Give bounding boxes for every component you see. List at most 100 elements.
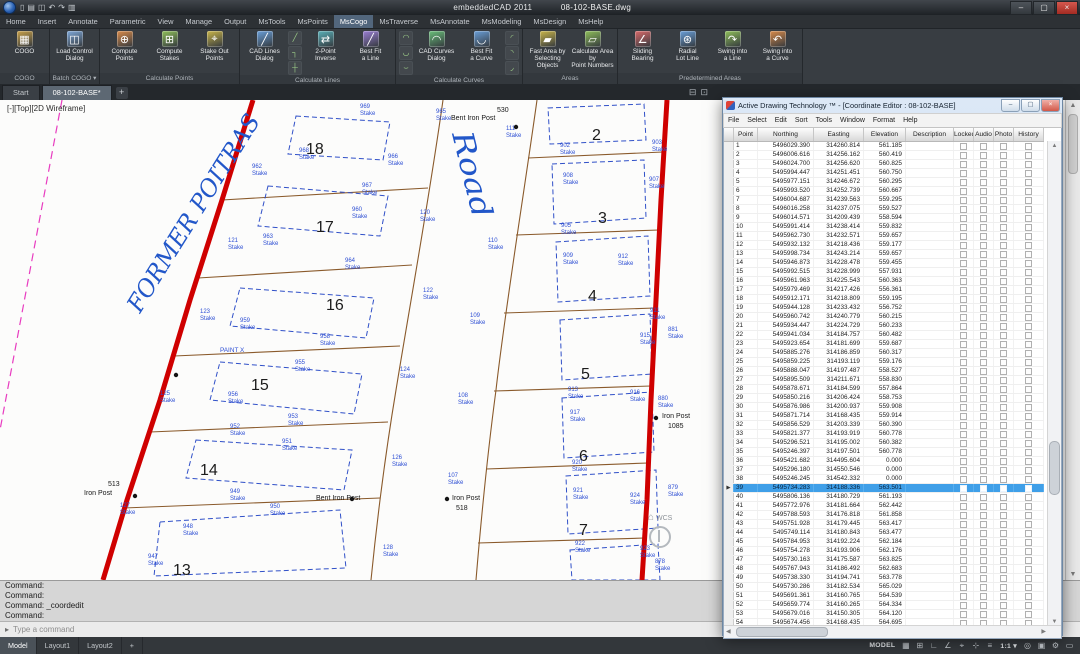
- cell-easting[interactable]: 314246.672: [814, 178, 864, 186]
- audio-checkbox[interactable]: [980, 575, 987, 582]
- cell-description[interactable]: [906, 493, 954, 501]
- row-selector-cell[interactable]: [724, 367, 734, 375]
- table-row[interactable]: 485495767.943314186.492562.683: [724, 565, 1044, 574]
- cell-history[interactable]: [1014, 286, 1044, 294]
- cell-history[interactable]: [1014, 601, 1044, 609]
- cell-photo[interactable]: [994, 538, 1014, 546]
- photo-checkbox[interactable]: [1000, 188, 1007, 195]
- audio-checkbox[interactable]: [980, 206, 987, 213]
- table-row[interactable]: 175495979.469314217.426556.361: [724, 286, 1044, 295]
- cell-description[interactable]: [906, 574, 954, 582]
- cell-point[interactable]: 10: [734, 223, 758, 231]
- audio-checkbox[interactable]: [980, 305, 987, 312]
- photo-checkbox[interactable]: [1000, 557, 1007, 564]
- history-checkbox[interactable]: [1025, 575, 1032, 582]
- locked-checkbox[interactable]: [960, 386, 967, 393]
- menu-help[interactable]: Help: [899, 117, 921, 124]
- table-row[interactable]: 365495421.682314495.6040.000: [724, 457, 1044, 466]
- cell-history[interactable]: [1014, 403, 1044, 411]
- cell-history[interactable]: [1014, 583, 1044, 591]
- cell-northing[interactable]: 5495806.136: [758, 493, 814, 501]
- locked-checkbox[interactable]: [960, 539, 967, 546]
- locked-checkbox[interactable]: [960, 269, 967, 276]
- cell-locked[interactable]: [954, 295, 974, 303]
- cell-locked[interactable]: [954, 313, 974, 321]
- cell-history[interactable]: [1014, 511, 1044, 519]
- cell-elevation[interactable]: 558.594: [864, 214, 906, 222]
- history-checkbox[interactable]: [1025, 143, 1032, 150]
- audio-checkbox[interactable]: [980, 449, 987, 456]
- cell-history[interactable]: [1014, 484, 1044, 492]
- photo-checkbox[interactable]: [1000, 296, 1007, 303]
- cell-easting[interactable]: 314228.478: [814, 259, 864, 267]
- photo-checkbox[interactable]: [1000, 395, 1007, 402]
- cell-description[interactable]: [906, 556, 954, 564]
- audio-checkbox[interactable]: [980, 314, 987, 321]
- table-row[interactable]: 355495246.397314197.501560.778: [724, 448, 1044, 457]
- cell-point[interactable]: 24: [734, 349, 758, 357]
- cell-easting[interactable]: 314218.809: [814, 295, 864, 303]
- history-checkbox[interactable]: [1025, 494, 1032, 501]
- row-selector-cell[interactable]: [724, 322, 734, 330]
- table-row[interactable]: 495495738.330314194.741563.778: [724, 574, 1044, 583]
- cell-northing[interactable]: 5495659.774: [758, 601, 814, 609]
- history-checkbox[interactable]: [1025, 566, 1032, 573]
- cell-northing[interactable]: 5495946.873: [758, 259, 814, 267]
- snap-icon[interactable]: ⊞: [913, 641, 926, 650]
- history-checkbox[interactable]: [1025, 152, 1032, 159]
- audio-checkbox[interactable]: [980, 548, 987, 555]
- cell-easting[interactable]: 314200.937: [814, 403, 864, 411]
- cell-audio[interactable]: [974, 295, 994, 303]
- locked-checkbox[interactable]: [960, 143, 967, 150]
- locked-checkbox[interactable]: [960, 152, 967, 159]
- audio-checkbox[interactable]: [980, 179, 987, 186]
- ce-minimize-button[interactable]: –: [1001, 99, 1020, 112]
- cell-description[interactable]: [906, 331, 954, 339]
- photo-checkbox[interactable]: [1000, 404, 1007, 411]
- row-selector-cell[interactable]: [724, 196, 734, 204]
- cell-elevation[interactable]: 0.000: [864, 475, 906, 483]
- cell-history[interactable]: [1014, 142, 1044, 150]
- cell-audio[interactable]: [974, 268, 994, 276]
- audio-checkbox[interactable]: [980, 494, 987, 501]
- cell-audio[interactable]: [974, 322, 994, 330]
- cell-easting[interactable]: 314184.757: [814, 331, 864, 339]
- cell-description[interactable]: [906, 349, 954, 357]
- audio-checkbox[interactable]: [980, 188, 987, 195]
- cell-easting[interactable]: 314176.818: [814, 511, 864, 519]
- cell-elevation[interactable]: 561.193: [864, 493, 906, 501]
- history-checkbox[interactable]: [1025, 179, 1032, 186]
- cell-description[interactable]: [906, 592, 954, 600]
- audio-checkbox[interactable]: [980, 440, 987, 447]
- cell-photo[interactable]: [994, 277, 1014, 285]
- cell-northing[interactable]: 5495246.397: [758, 448, 814, 456]
- cell-point[interactable]: 23: [734, 340, 758, 348]
- table-row[interactable]: 15496029.390314260.814561.185: [724, 142, 1044, 151]
- photo-checkbox[interactable]: [1000, 179, 1007, 186]
- photo-checkbox[interactable]: [1000, 386, 1007, 393]
- cell-history[interactable]: [1014, 574, 1044, 582]
- cell-easting[interactable]: 314193.119: [814, 358, 864, 366]
- cell-photo[interactable]: [994, 493, 1014, 501]
- cell-audio[interactable]: [974, 187, 994, 195]
- locked-checkbox[interactable]: [960, 233, 967, 240]
- drawing-window-button[interactable]: ⊟: [689, 87, 697, 98]
- photo-checkbox[interactable]: [1000, 476, 1007, 483]
- audio-checkbox[interactable]: [980, 593, 987, 600]
- column-header-elevation[interactable]: Elevation: [864, 128, 906, 141]
- row-selector-cell[interactable]: [724, 340, 734, 348]
- cell-history[interactable]: [1014, 223, 1044, 231]
- cell-point[interactable]: 46: [734, 547, 758, 555]
- cell-point[interactable]: 52: [734, 601, 758, 609]
- cell-locked[interactable]: [954, 547, 974, 555]
- cell-audio[interactable]: [974, 196, 994, 204]
- locked-checkbox[interactable]: [960, 575, 967, 582]
- open-icon[interactable]: ▤: [27, 3, 35, 12]
- photo-checkbox[interactable]: [1000, 251, 1007, 258]
- history-checkbox[interactable]: [1025, 539, 1032, 546]
- cell-photo[interactable]: [994, 151, 1014, 159]
- cell-description[interactable]: [906, 511, 954, 519]
- history-checkbox[interactable]: [1025, 278, 1032, 285]
- cell-point[interactable]: 51: [734, 592, 758, 600]
- cell-northing[interactable]: 5495296.180: [758, 466, 814, 474]
